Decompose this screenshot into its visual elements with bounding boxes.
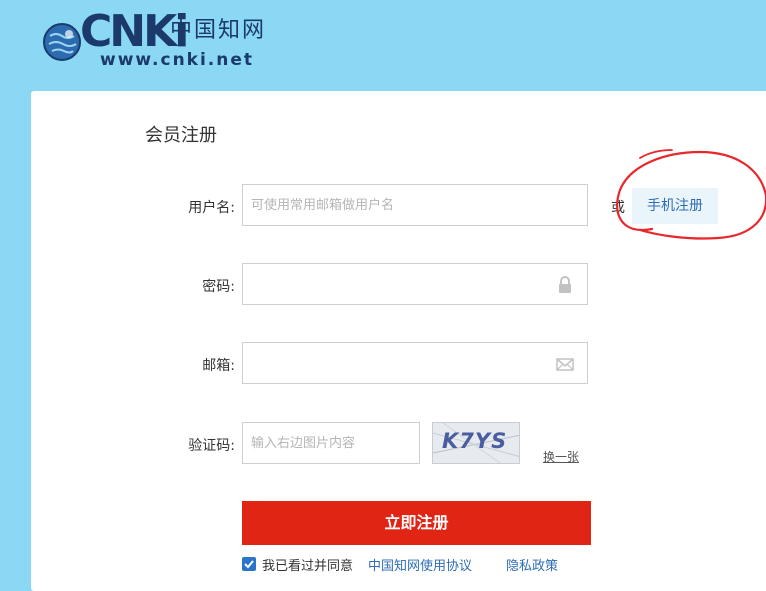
envelope-icon (556, 358, 574, 371)
password-input[interactable] (243, 264, 587, 304)
captcha-text: K7YS (442, 429, 508, 453)
captcha-input[interactable] (243, 423, 419, 463)
username-label: 用户名: (188, 200, 235, 216)
check-icon (244, 560, 254, 569)
email-label: 邮箱: (202, 358, 235, 374)
username-input[interactable] (243, 185, 587, 225)
cnki-logo[interactable]: CNKi 中国知网 www.cnki.net (42, 10, 282, 76)
lock-icon (559, 276, 571, 293)
agreement-checkbox[interactable] (242, 557, 256, 571)
or-text: 或 (611, 200, 625, 216)
phone-register-link[interactable]: 手机注册 (632, 188, 718, 224)
captcha-image[interactable]: K7YS (432, 422, 520, 464)
logo-chinese-name: 中国知网 (170, 18, 267, 43)
captcha-refresh-link[interactable]: 换一张 (543, 448, 579, 465)
username-field-box (242, 184, 588, 226)
email-input[interactable] (243, 343, 587, 383)
register-card: 会员注册 用户名: 或 手机注册 密码: 邮箱: 验证码: K7YS (31, 91, 766, 591)
captcha-label: 验证码: (188, 438, 235, 454)
globe-icon (43, 23, 81, 61)
register-submit-button[interactable]: 立即注册 (242, 501, 591, 545)
page-title: 会员注册 (145, 125, 217, 146)
email-field-box (242, 342, 588, 384)
captcha-field-box (242, 422, 420, 464)
password-field-box (242, 263, 588, 305)
password-label: 密码: (202, 279, 235, 295)
header: CNKi 中国知网 www.cnki.net (0, 0, 766, 90)
logo-url-text: www.cnki.net (100, 50, 255, 70)
